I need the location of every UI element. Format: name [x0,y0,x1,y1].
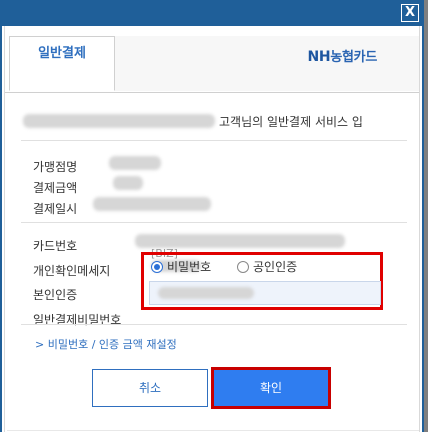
tab-header-area: NH농협카드 [115,36,419,91]
card-number-redacted [135,234,345,248]
radio-password-label: 비밀번호 [167,260,212,274]
password-label: 일반결제비밀번호 [33,313,122,327]
merchant-value-redacted [109,156,161,170]
radio-button-checked[interactable] [151,261,163,273]
close-button[interactable]: X [401,4,419,22]
password-input[interactable] [149,281,381,305]
reset-link-label: 비밀번호 / 인증 금액 재설정 [47,338,177,351]
radio-certificate-label: 공인인증 [253,260,298,274]
auth-label: 본인인증 [33,288,78,302]
greeting-line: 고객님의 일반결제 서비스 입 [23,112,413,132]
divider [21,324,407,325]
datetime-value-redacted [93,197,211,211]
radio-button[interactable] [237,261,249,273]
merchant-label: 가맹점명 [33,160,78,174]
chevron-right-icon: > [35,338,45,351]
tab-bar: 일반결제 NH농협카드 [5,36,419,93]
auth-radio-group: 비밀번호 공인인증 [151,258,297,275]
nh-card-logo: NH농협카드 [307,49,378,65]
cancel-button[interactable]: 취소 [92,369,208,407]
divider [21,140,407,141]
divider [21,222,407,223]
radio-certificate[interactable]: 공인인증 [237,260,297,274]
title-bar: X [2,0,422,26]
card-number-label: 카드번호 [33,239,78,253]
bottom-divider [7,430,419,431]
amount-value-redacted [113,176,143,190]
radio-password[interactable]: 비밀번호 [151,260,211,274]
password-redacted [158,287,254,299]
confirm-button[interactable]: 확인 [214,370,328,406]
personal-message-label: 개인확인메세지 [33,264,111,278]
confirm-highlight: 확인 [211,367,331,409]
reset-link[interactable]: > 비밀번호 / 인증 금액 재설정 [35,336,177,352]
tab-general-payment[interactable]: 일반결제 [9,36,115,91]
redacted-name [23,114,215,128]
amount-label: 결제금액 [33,181,78,195]
dialog-body: 일반결제 NH농협카드 고객님의 일반결제 서비스 입 가맹점명 결제금액 결제… [4,26,420,432]
datetime-label: 결제일시 [33,202,78,216]
greeting-text: 고객님의 일반결제 서비스 입 [219,115,363,129]
payment-dialog: X 일반결제 NH농협카드 고객님의 일반결제 서비스 입 가맹점명 결제금액 … [0,0,424,432]
